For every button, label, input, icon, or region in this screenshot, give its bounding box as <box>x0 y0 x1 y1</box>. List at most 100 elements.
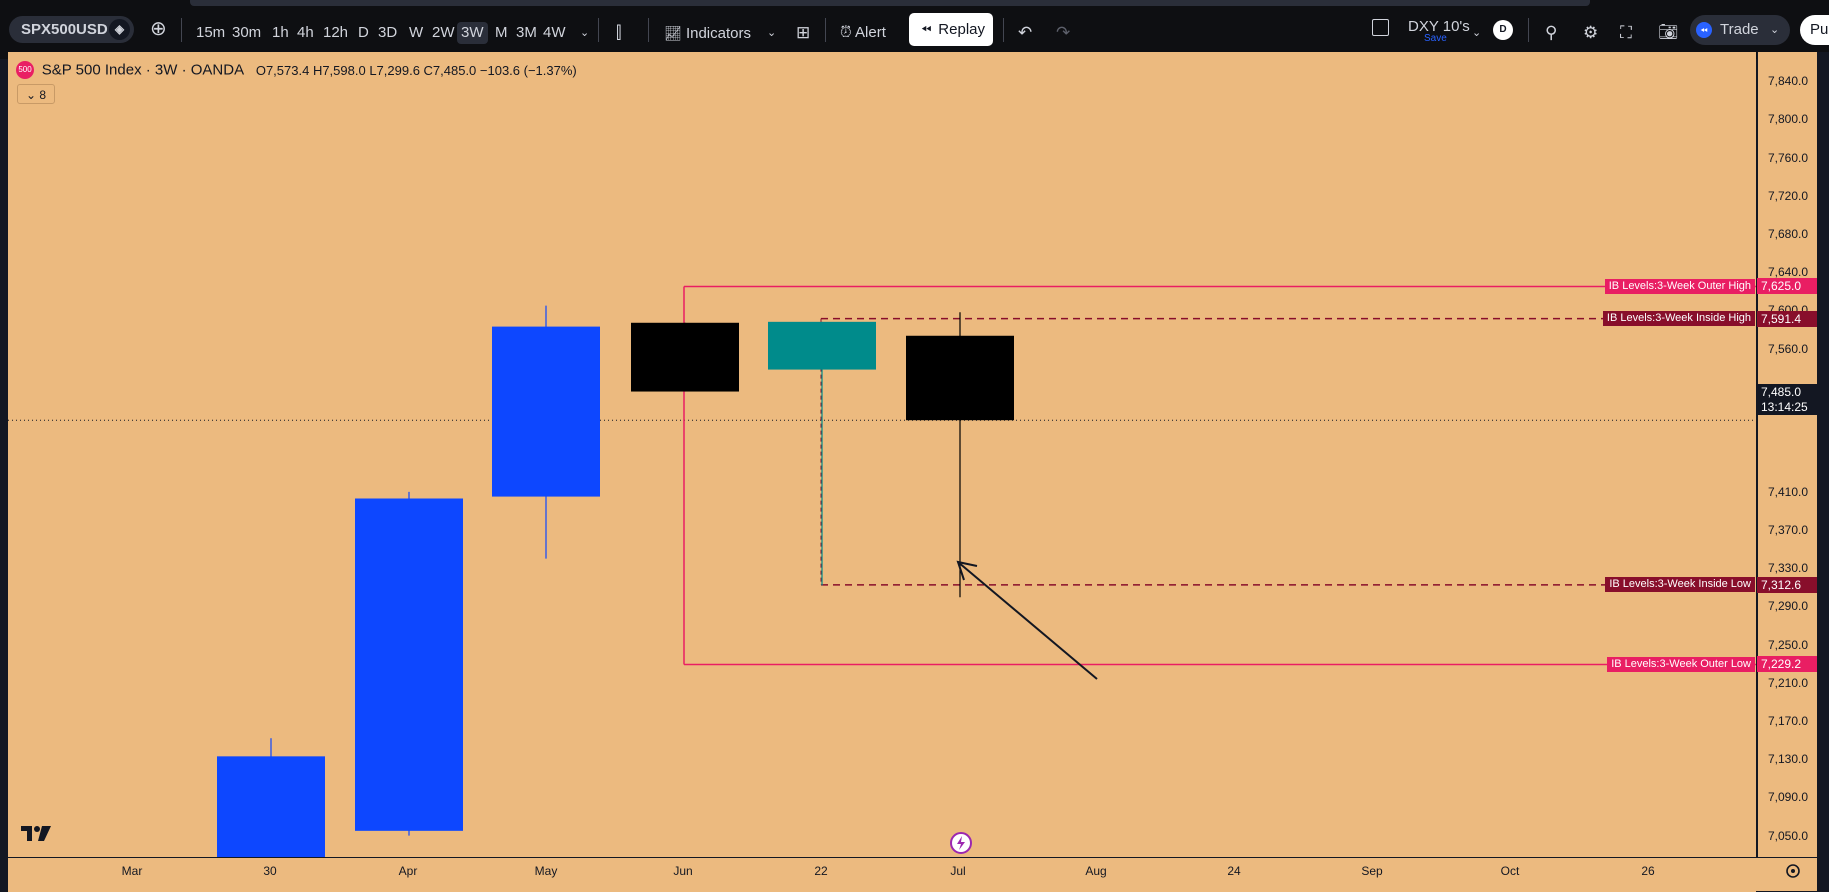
layout-save-label[interactable]: Save <box>1424 33 1447 44</box>
alarm-clock-icon: ⏰︎ <box>840 24 852 41</box>
toolbar-divider <box>825 18 826 42</box>
timeframe-2w[interactable]: 2W <box>428 22 459 44</box>
templates-icon[interactable]: ⊞ <box>792 22 814 44</box>
time-axis[interactable]: Mar 30 Apr May Jun 22 Jul Aug 24 Sep Oct 26 <box>8 857 1829 891</box>
ib-level-price-tag: 7,312.6 <box>1757 576 1817 593</box>
candle-body <box>217 756 325 857</box>
chevron-down-icon[interactable]: ⌄ <box>1770 15 1779 45</box>
timeframe-4h[interactable]: 4h <box>293 22 318 44</box>
undo-icon[interactable]: ↶ <box>1014 22 1036 44</box>
top-toolbar: SPX500USD ◈ ⊕ 15m 30m 1h 4h 12h D 3D W 2W 3W M 3M 4W… <box>0 0 1829 59</box>
timeframe-12h[interactable]: 12h <box>319 22 352 44</box>
time-tick: Oct <box>1500 864 1520 878</box>
toolbar-divider <box>1528 18 1529 42</box>
timeframe-d[interactable]: D <box>354 22 373 44</box>
indicators-button[interactable]: 📈︎ Indicators <box>660 22 755 44</box>
time-tick: Sep <box>1361 864 1383 878</box>
chevron-down-icon[interactable]: ⌄ <box>576 22 593 44</box>
symbol-search-button[interactable]: SPX500USD ◈ <box>9 16 134 43</box>
timeframe-30m[interactable]: 30m <box>228 22 265 44</box>
right-edge <box>1817 52 1829 891</box>
price-tick: 7,250.0 <box>1768 637 1809 652</box>
price-tick: 7,410.0 <box>1768 484 1809 499</box>
price-tick: 7,050.0 <box>1768 828 1809 843</box>
quick-search-icon[interactable]: ⚲ <box>1541 22 1561 44</box>
alert-label: Alert <box>855 24 886 41</box>
price-tick: 7,720.0 <box>1768 188 1809 203</box>
candle-body <box>768 321 876 370</box>
toolbar-divider <box>181 18 182 42</box>
replay-button[interactable]: ⏪︎ Replay <box>909 13 993 46</box>
trade-icon: ⏪︎ <box>1696 22 1712 38</box>
price-tick: 7,370.0 <box>1768 523 1809 537</box>
chevron-down-icon[interactable]: ⌄ <box>1468 22 1485 44</box>
tab-strip <box>190 0 1590 6</box>
replay-label: Replay <box>938 21 985 38</box>
trade-button[interactable]: ⏪︎ Trade ⌄ <box>1690 15 1790 45</box>
series-title[interactable]: S&P 500 Index · 3W · OANDA <box>42 62 244 79</box>
ib-level-label[interactable]: IB Levels:3-Week Outer Low <box>1607 656 1755 672</box>
rewind-icon: ⏪︎ <box>921 22 932 37</box>
lightning-icon[interactable] <box>950 832 972 854</box>
timeframe-4w[interactable]: 4W <box>539 22 570 44</box>
timeframe-15m[interactable]: 15m <box>192 22 229 44</box>
candle-body <box>906 335 1014 421</box>
price-tick: 7,170.0 <box>1768 714 1809 728</box>
chart-indicators-icon: 📈︎ <box>664 25 682 41</box>
candle-body <box>355 498 463 831</box>
add-symbol-icon[interactable]: ⊕ <box>146 18 171 40</box>
tradingview-logo[interactable] <box>20 823 52 843</box>
spx-logo: 500 <box>16 61 34 79</box>
time-tick: 22 <box>814 864 828 878</box>
price-tick: 7,210.0 <box>1768 675 1809 690</box>
layout-square-icon[interactable] <box>1372 19 1389 36</box>
symbol-label: SPX500USD <box>21 21 108 38</box>
candle-type-icon[interactable]: ⫿ <box>612 22 625 44</box>
timeframe-3w[interactable]: 3W <box>457 22 488 44</box>
series-legend: 500 S&P 500 Index · 3W · OANDA O7,573.4 … <box>16 61 577 79</box>
toolbar-divider <box>1003 18 1004 42</box>
time-tick: Apr <box>398 864 418 878</box>
price-tick: 7,130.0 <box>1768 752 1809 767</box>
time-tick: Jul <box>950 864 966 878</box>
indicator-count: 8 <box>39 88 47 102</box>
ib-level-price-tag: 7,625.0 <box>1757 278 1817 295</box>
diamond-icon[interactable]: ◈ <box>109 19 130 40</box>
fullscreen-icon[interactable]: ⛶ <box>1616 22 1636 44</box>
ib-level-label[interactable]: IB Levels:3-Week Inside High <box>1602 311 1755 327</box>
price-pane[interactable] <box>8 52 1756 857</box>
axis-settings-icon[interactable] <box>1783 861 1803 881</box>
timeframe-3d[interactable]: 3D <box>374 22 401 44</box>
ib-level-label[interactable]: IB Levels:3-Week Outer High <box>1604 278 1755 294</box>
alert-button[interactable]: ⏰︎ Alert <box>836 22 890 44</box>
redo-icon[interactable]: ↷ <box>1052 22 1074 44</box>
timeframe-w[interactable]: W <box>405 22 427 44</box>
candle-body <box>631 322 739 392</box>
settings-icon[interactable]: ⚙ <box>1579 22 1602 44</box>
indicators-label: Indicators <box>685 25 751 42</box>
indicators-collapse-button[interactable]: ⌄ 8 <box>17 84 55 104</box>
price-tick: 7,680.0 <box>1768 226 1809 241</box>
price-tick: 7,840.0 <box>1768 74 1809 89</box>
chevron-down-icon[interactable]: ⌄ <box>763 22 780 44</box>
time-tick: 26 <box>1641 864 1655 878</box>
ib-level-price-tag: 7,591.4 <box>1757 310 1817 327</box>
timeframe-1h[interactable]: 1h <box>268 22 293 44</box>
timeframe-m[interactable]: M <box>491 22 512 44</box>
layout-badge[interactable]: D <box>1493 20 1513 40</box>
camera-icon[interactable]: 📷︎ <box>1654 22 1682 44</box>
publish-button[interactable]: Pu <box>1800 15 1829 45</box>
ohlc-values: O7,573.4 H7,598.0 L7,299.6 C7,485.0 −103… <box>255 62 577 78</box>
time-tick: 24 <box>1227 864 1241 878</box>
time-tick: 30 <box>263 864 277 878</box>
price-tick: 7,560.0 <box>1768 341 1809 356</box>
price-tick: 7,290.0 <box>1768 599 1809 614</box>
arrow-annotation <box>957 561 1098 680</box>
bar-countdown: 13:14:25 <box>1761 400 1808 414</box>
trade-label: Trade <box>1720 21 1759 38</box>
timeframe-3m[interactable]: 3M <box>512 22 541 44</box>
price-tick: 7,640.0 <box>1768 265 1809 280</box>
toolbar-divider <box>598 18 599 42</box>
chart-area[interactable]: 500 S&P 500 Index · 3W · OANDA O7,573.4 … <box>8 52 1756 892</box>
ib-level-label[interactable]: IB Levels:3-Week Inside Low <box>1605 577 1755 593</box>
